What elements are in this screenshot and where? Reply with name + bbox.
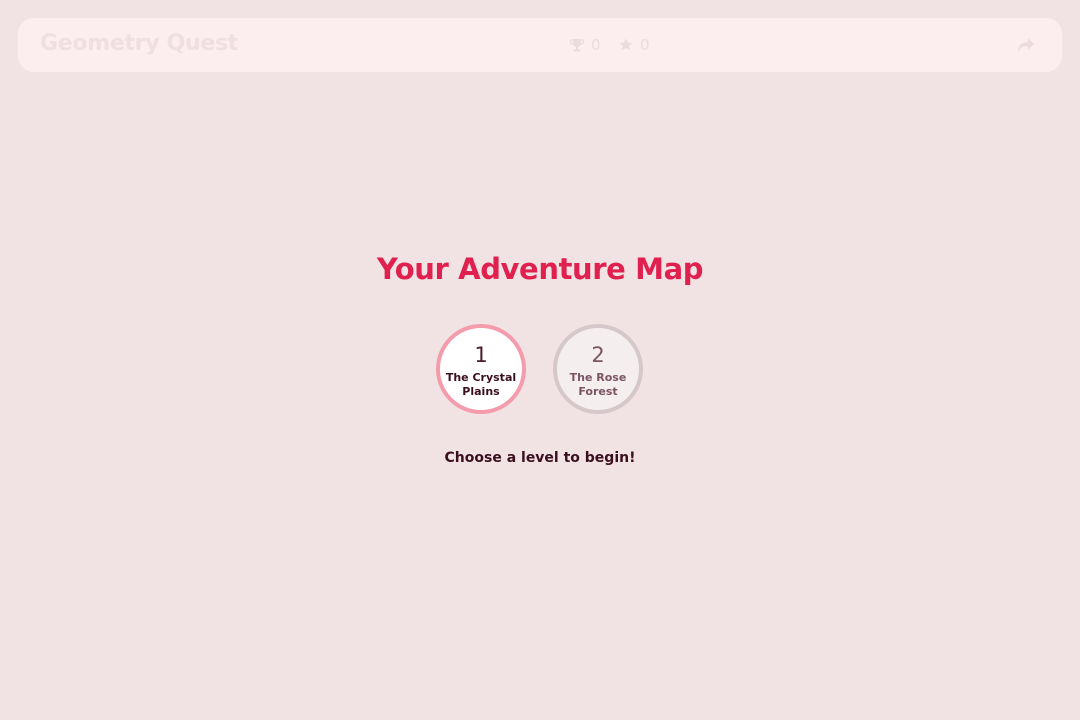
page-title: Your Adventure Map [376,252,704,286]
share-icon [1018,38,1034,52]
level-name: The Rose Forest [569,371,627,398]
app-title: Geometry Quest [40,31,239,56]
level-1-button[interactable]: 1 The Crystal Plains [436,324,526,414]
top-bar: Geometry Quest 0 0 [18,18,1062,72]
star-icon [619,38,633,51]
level-name: The Crystal Plains [445,371,517,398]
trophy-counter: 0 [569,36,601,54]
level-number: 2 [591,343,605,367]
level-number: 1 [474,343,488,367]
star-counter: 0 [618,36,650,54]
instruction-text: Choose a level to begin! [444,450,636,466]
trophy-icon [569,39,585,52]
level-2-button[interactable]: 2 The Rose Forest [553,324,643,414]
share-button[interactable] [1014,34,1036,56]
trophy-count: 0 [591,36,601,54]
star-count: 0 [640,36,650,54]
